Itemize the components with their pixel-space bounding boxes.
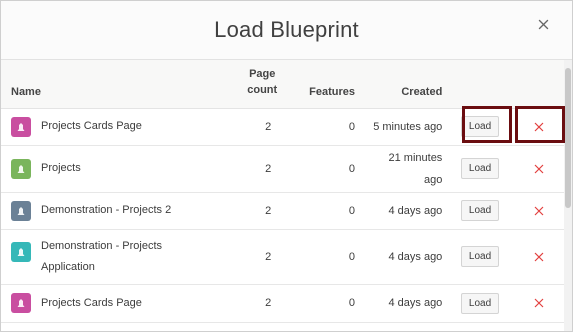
- dialog-title: Load Blueprint: [214, 17, 359, 42]
- page-count-cell: 2: [265, 162, 272, 175]
- delete-icon[interactable]: [529, 293, 549, 313]
- created-text: 21 minutes ago: [388, 151, 443, 186]
- column-header-page-count-label: Page count: [247, 67, 278, 96]
- app-icon: [11, 116, 31, 137]
- dialog-body: Name Page count Features Created Project…: [1, 60, 572, 331]
- close-icon: [538, 17, 549, 35]
- created-cell: 4 days ago: [388, 250, 443, 263]
- table-row: Projects Cards Page 2 0 4 days ago Load: [1, 284, 566, 322]
- blueprint-name: Projects Cards Page: [41, 120, 142, 132]
- page-count-cell: 2: [265, 297, 272, 309]
- load-button[interactable]: Load: [460, 292, 500, 314]
- created-cell: 5 minutes ago: [373, 120, 443, 133]
- blueprint-name: Demonstration - Projects Application: [41, 239, 163, 273]
- load-button[interactable]: Load: [460, 200, 500, 221]
- delete-icon[interactable]: [529, 247, 549, 267]
- column-header-actions: [448, 60, 512, 109]
- delete-icon[interactable]: [529, 117, 549, 137]
- app-icon: [11, 158, 31, 179]
- table-row: Projects 2 0 21 minutes ago Load: [1, 145, 566, 192]
- close-button[interactable]: [532, 15, 554, 37]
- load-blueprint-dialog: Load Blueprint Name Page count Features …: [0, 0, 573, 332]
- features-cell: 0: [348, 250, 355, 263]
- app-icon: [11, 293, 31, 313]
- app-icon: [11, 200, 31, 221]
- features-cell: 0: [348, 120, 355, 133]
- page-count-cell: 2: [265, 120, 272, 133]
- scrollbar-thumb[interactable]: [565, 68, 571, 208]
- load-button[interactable]: Load: [460, 246, 500, 267]
- scrollbar[interactable]: [564, 60, 572, 331]
- column-header-delete: [511, 60, 566, 109]
- load-button[interactable]: Load: [460, 116, 500, 137]
- column-header-page-count: Page count: [222, 60, 286, 109]
- table-row: Demonstration - Projects Application 2 0…: [1, 229, 566, 284]
- column-header-name: Name: [1, 60, 223, 109]
- created-cell: 21 minutes ago: [361, 145, 448, 192]
- blueprint-name: Projects: [41, 162, 81, 174]
- created-cell: 4 days ago: [388, 297, 443, 309]
- column-header-created: Created: [360, 60, 449, 109]
- features-cell: 0: [348, 162, 355, 175]
- app-icon: [11, 241, 31, 262]
- features-cell: 0: [348, 297, 355, 309]
- page-count-cell: 2: [265, 250, 272, 263]
- delete-icon[interactable]: [529, 201, 549, 221]
- delete-icon[interactable]: [529, 159, 549, 179]
- table-row: Demonstration - Projects 2 2 0 4 days ag…: [1, 192, 566, 229]
- table-row: Projects Cards Page 2 0 5 minutes ago Lo…: [1, 108, 566, 145]
- load-button[interactable]: Load: [460, 158, 500, 179]
- table-header-row: Name Page count Features Created: [1, 60, 566, 109]
- dialog-header: Load Blueprint: [1, 1, 572, 60]
- page-count-cell: 2: [265, 204, 272, 217]
- created-cell: 4 days ago: [388, 204, 443, 217]
- blueprint-table: Name Page count Features Created Project…: [1, 60, 566, 323]
- blueprint-name: Demonstration - Projects 2: [41, 204, 172, 216]
- blueprint-name: Projects Cards Page: [41, 296, 142, 309]
- column-header-features: Features: [285, 60, 361, 109]
- features-cell: 0: [348, 204, 355, 217]
